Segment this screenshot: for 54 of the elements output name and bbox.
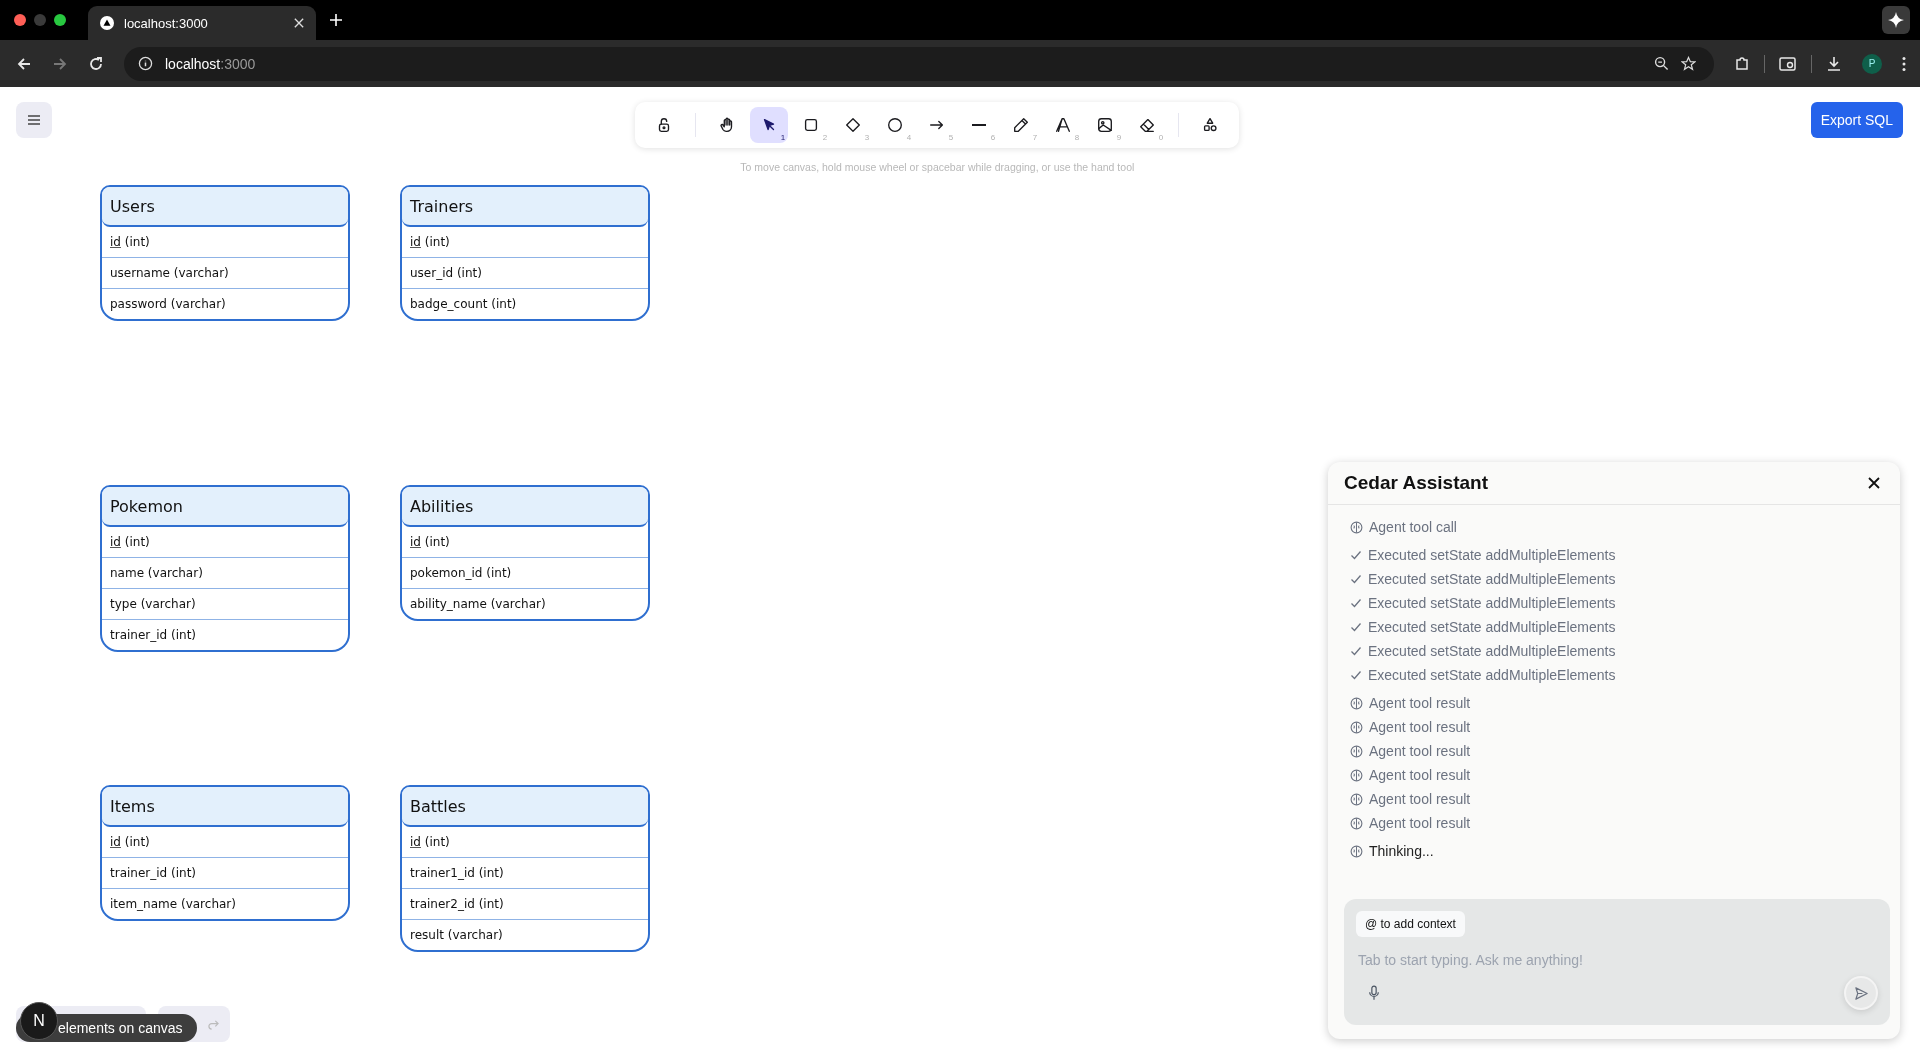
message-text: Executed setState addMultipleElements — [1368, 667, 1616, 683]
message-text: Executed setState addMultipleElements — [1368, 619, 1616, 635]
field-label: type (varchar) — [102, 588, 348, 619]
shortcut-number: 5 — [948, 133, 954, 142]
message-text: Agent tool result — [1369, 815, 1471, 831]
field-label: id (int) — [109, 234, 151, 251]
field-label: id (int) — [109, 534, 151, 551]
field-label: id (int) — [109, 834, 151, 851]
table-name: Battles — [402, 787, 648, 827]
shortcut-number: 1 — [780, 133, 786, 142]
tab-title: localhost:3000 — [124, 15, 209, 31]
canvas-hint: To move canvas, hold mouse wheel or spacebar while dragging, or use the hand tool — [740, 161, 1135, 173]
field-label: pokemon_id (int) — [402, 557, 648, 588]
message-text: Agent tool result — [1369, 695, 1471, 711]
field-label: id (int) — [409, 234, 451, 251]
field-label: username (varchar) — [102, 257, 348, 288]
field-label: id (int) — [409, 534, 451, 551]
message-text: Executed setState addMultipleElements — [1368, 571, 1616, 587]
field-label: password (varchar) — [102, 288, 348, 319]
field-label: name (varchar) — [102, 557, 348, 588]
field-label: id (int) — [409, 834, 451, 851]
field-label: user_id (int) — [402, 257, 648, 288]
field-label: trainer_id (int) — [102, 857, 348, 888]
shortcut-number: 2 — [822, 133, 828, 142]
shortcut-number: 0 — [1158, 133, 1164, 142]
table-name: Users — [102, 187, 348, 227]
message-text: Agent tool call — [1369, 519, 1457, 535]
table-name: Trainers — [402, 187, 648, 227]
field-label: trainer2_id (int) — [402, 888, 648, 919]
message-text: Agent tool result — [1369, 743, 1471, 759]
field-label: item_name (varchar) — [102, 888, 348, 919]
shortcut-number: 4 — [906, 133, 912, 142]
table-name: Items — [102, 787, 348, 827]
message-text: Executed setState addMultipleElements — [1368, 547, 1616, 563]
message-text: Executed setState addMultipleElements — [1368, 595, 1616, 611]
message-text: Executed setState addMultipleElements — [1368, 643, 1616, 659]
field-label: trainer_id (int) — [102, 619, 348, 650]
shortcut-number: 8 — [1074, 133, 1080, 142]
shortcut-number: 6 — [990, 133, 996, 142]
table-name: Pokemon — [102, 487, 348, 527]
shortcut-number: 3 — [864, 133, 870, 142]
message-text: Thinking... — [1369, 843, 1434, 859]
table-name: Abilities — [402, 487, 648, 527]
field-label: trainer1_id (int) — [402, 857, 648, 888]
shortcut-number: 9 — [1116, 133, 1122, 142]
message-text: Agent tool result — [1369, 791, 1471, 807]
url-text: localhost:3000 — [165, 55, 256, 72]
shortcut-number: 7 — [1032, 133, 1038, 142]
field-label: result (varchar) — [402, 919, 648, 950]
message-text: Agent tool result — [1369, 767, 1471, 783]
message-text: Agent tool result — [1369, 719, 1471, 735]
field-label: ability_name (varchar) — [402, 588, 648, 619]
panel-title: Cedar Assistant — [1344, 472, 1488, 494]
field-label: badge_count (int) — [402, 288, 648, 319]
